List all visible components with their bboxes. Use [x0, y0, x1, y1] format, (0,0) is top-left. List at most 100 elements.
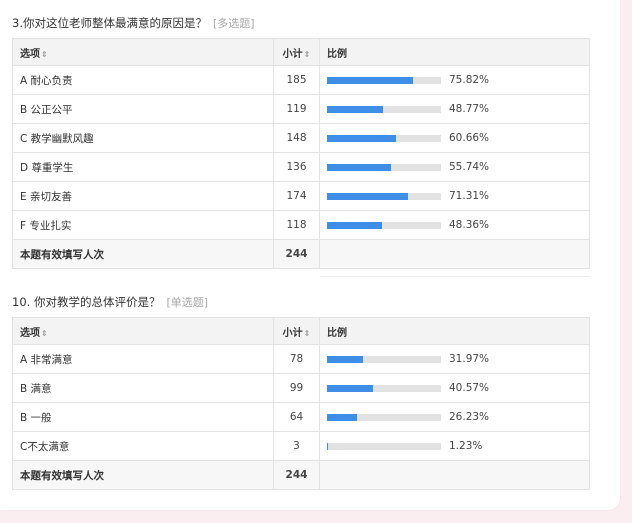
- table-row: C 教学幽默风趣 148 60.66%: [12, 123, 590, 153]
- progress-bar: [327, 221, 441, 229]
- option-column-header[interactable]: 选项⇕: [12, 38, 274, 66]
- progress-bar: [327, 192, 441, 200]
- option-label: A 耐心负责: [12, 65, 274, 95]
- option-column-header[interactable]: 选项⇕: [12, 317, 274, 345]
- option-percent: 26.23%: [449, 411, 490, 423]
- option-percent: 75.82%: [449, 74, 490, 86]
- total-empty: [319, 460, 590, 490]
- option-label: A 非常满意: [12, 344, 274, 374]
- total-count: 244: [273, 460, 320, 490]
- question-text: 10. 你对教学的总体评价是？: [12, 295, 161, 309]
- progress-fill: [327, 76, 414, 84]
- progress-fill: [327, 384, 374, 392]
- progress-bar: [327, 105, 441, 113]
- table-row: B 一般 64 26.23%: [12, 402, 590, 432]
- option-percent: 40.57%: [449, 382, 490, 394]
- total-label: 本题有效填写人次: [12, 460, 274, 490]
- option-label: D 尊重学生: [12, 152, 274, 182]
- option-label: B 公正公平: [12, 94, 274, 124]
- option-count: 148: [273, 123, 320, 153]
- option-label: B 一般: [12, 402, 274, 432]
- option-label: E 亲切友善: [12, 181, 274, 211]
- question-title: 3.你对这位老师整体最满意的原因是？ [多选题]: [12, 14, 590, 32]
- option-percent: 31.97%: [449, 353, 490, 365]
- option-percent: 60.66%: [449, 132, 490, 144]
- results-table: 选项⇕ 小计⇕ 比例 A 非常满意 78 31.97% B 满意 99 40.57% B 一…: [12, 317, 590, 490]
- survey-card: 3.你对这位老师整体最满意的原因是？ [多选题] 选项⇕ 小计⇕ 比例 A 耐心负…: [0, 0, 620, 510]
- progress-bar: [327, 384, 441, 392]
- table-row: B 满意 99 40.57%: [12, 373, 590, 403]
- sort-icon[interactable]: ⇕: [41, 329, 48, 338]
- ratio-cell: 48.36%: [319, 210, 590, 240]
- table-header: 选项⇕ 小计⇕ 比例: [12, 317, 590, 345]
- option-label: F 专业扎实: [12, 210, 274, 240]
- progress-bar: [327, 442, 441, 450]
- sort-icon[interactable]: ⇕: [41, 50, 48, 59]
- progress-fill: [327, 355, 364, 363]
- progress-fill: [327, 134, 397, 142]
- table-row: E 亲切友善 174 71.31%: [12, 181, 590, 211]
- ratio-column-header: 比例: [319, 317, 590, 345]
- option-percent: 48.77%: [449, 103, 490, 115]
- ratio-cell: 26.23%: [319, 402, 590, 432]
- table-row: D 尊重学生 136 55.74%: [12, 152, 590, 182]
- count-column-header[interactable]: 小计⇕: [273, 317, 320, 345]
- option-count: 136: [273, 152, 320, 182]
- question-title: 10. 你对教学的总体评价是？ [单选题]: [12, 293, 590, 311]
- ratio-cell: 48.77%: [319, 94, 590, 124]
- option-count: 3: [273, 431, 320, 461]
- ratio-cell: 40.57%: [319, 373, 590, 403]
- ratio-cell: 75.82%: [319, 65, 590, 95]
- option-count: 118: [273, 210, 320, 240]
- option-count: 174: [273, 181, 320, 211]
- option-label: C 教学幽默风趣: [12, 123, 274, 153]
- table-row: B 公正公平 119 48.77%: [12, 94, 590, 124]
- option-label: B 满意: [12, 373, 274, 403]
- results-table: 选项⇕ 小计⇕ 比例 A 耐心负责 185 75.82% B 公正公平 119 48.77…: [12, 38, 590, 269]
- ratio-cell: 55.74%: [319, 152, 590, 182]
- progress-bar: [327, 355, 441, 363]
- progress-fill: [327, 442, 329, 450]
- question-type: [单选题]: [166, 296, 209, 309]
- option-count: 185: [273, 65, 320, 95]
- question-type: [多选题]: [212, 17, 255, 30]
- ratio-cell: 1.23%: [319, 431, 590, 461]
- progress-fill: [327, 192, 409, 200]
- option-count: 78: [273, 344, 320, 374]
- count-column-header[interactable]: 小计⇕: [273, 38, 320, 66]
- total-row: 本题有效填写人次 244: [12, 460, 590, 490]
- ratio-cell: 71.31%: [319, 181, 590, 211]
- option-percent: 48.36%: [449, 219, 490, 231]
- option-percent: 55.74%: [449, 161, 490, 173]
- total-label: 本题有效填写人次: [12, 239, 274, 269]
- total-empty: [319, 239, 590, 269]
- option-count: 119: [273, 94, 320, 124]
- ratio-cell: 60.66%: [319, 123, 590, 153]
- option-count: 99: [273, 373, 320, 403]
- progress-bar: [327, 413, 441, 421]
- total-row: 本题有效填写人次 244: [12, 239, 590, 269]
- option-percent: 71.31%: [449, 190, 490, 202]
- ratio-cell: 31.97%: [319, 344, 590, 374]
- question-section: 3.你对这位老师整体最满意的原因是？ [多选题] 选项⇕ 小计⇕ 比例 A 耐心负…: [12, 14, 590, 269]
- option-count: 64: [273, 402, 320, 432]
- progress-bar: [327, 134, 441, 142]
- progress-bar: [327, 163, 441, 171]
- progress-fill: [327, 413, 357, 421]
- progress-fill: [327, 163, 391, 171]
- sort-icon[interactable]: ⇕: [304, 329, 311, 338]
- ratio-column-header: 比例: [319, 38, 590, 66]
- table-row: A 耐心负责 185 75.82%: [12, 65, 590, 95]
- progress-bar: [327, 76, 441, 84]
- progress-fill: [327, 221, 383, 229]
- total-count: 244: [273, 239, 320, 269]
- sort-icon[interactable]: ⇕: [304, 50, 311, 59]
- option-percent: 1.23%: [449, 440, 483, 452]
- table-header: 选项⇕ 小计⇕ 比例: [12, 38, 590, 66]
- progress-fill: [327, 105, 383, 113]
- table-row: A 非常满意 78 31.97%: [12, 344, 590, 374]
- divider: [320, 276, 590, 277]
- table-row: F 专业扎实 118 48.36%: [12, 210, 590, 240]
- question-text: 3.你对这位老师整体最满意的原因是？: [12, 16, 207, 30]
- question-section: 10. 你对教学的总体评价是？ [单选题] 选项⇕ 小计⇕ 比例 A 非常满意 78…: [12, 293, 590, 490]
